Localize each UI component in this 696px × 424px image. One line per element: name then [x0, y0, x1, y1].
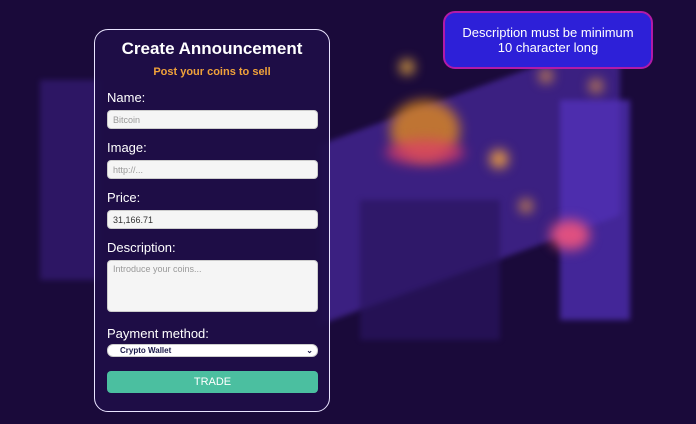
chevron-down-icon: ⌄ — [306, 346, 313, 355]
bg-coin — [520, 200, 532, 212]
name-input[interactable] — [107, 110, 318, 129]
validation-toast: Description must be minimum 10 character… — [443, 11, 653, 69]
form-subtitle: Post your coins to sell — [153, 66, 271, 78]
bg-coin — [590, 80, 602, 92]
name-label: Name: — [107, 90, 146, 105]
bg-tower — [360, 200, 500, 340]
payment-method-value: Crypto Wallet — [120, 346, 172, 355]
bg-pink-shape — [550, 220, 590, 250]
bg-tower — [40, 80, 100, 280]
form-title: Create Announcement — [121, 39, 303, 58]
trade-button[interactable]: TRADE — [107, 371, 318, 393]
bg-tower — [560, 100, 630, 320]
description-label: Description: — [107, 240, 176, 255]
price-label: Price: — [107, 190, 141, 205]
image-url-input[interactable] — [107, 160, 318, 179]
image-label: Image: — [107, 140, 147, 155]
price-input[interactable] — [107, 210, 318, 229]
toast-message: Description must be minimum 10 character… — [462, 25, 634, 55]
description-input[interactable] — [107, 260, 318, 312]
create-announcement-form: Create Announcement Post your coins to s… — [94, 29, 330, 412]
payment-method-label: Payment method: — [107, 326, 209, 341]
bg-coin — [540, 70, 552, 82]
bg-coin — [400, 60, 414, 74]
bg-ring-glow — [385, 140, 465, 165]
bg-coin — [490, 150, 508, 168]
payment-method-select[interactable]: Crypto Wallet ⌄ — [107, 344, 318, 357]
